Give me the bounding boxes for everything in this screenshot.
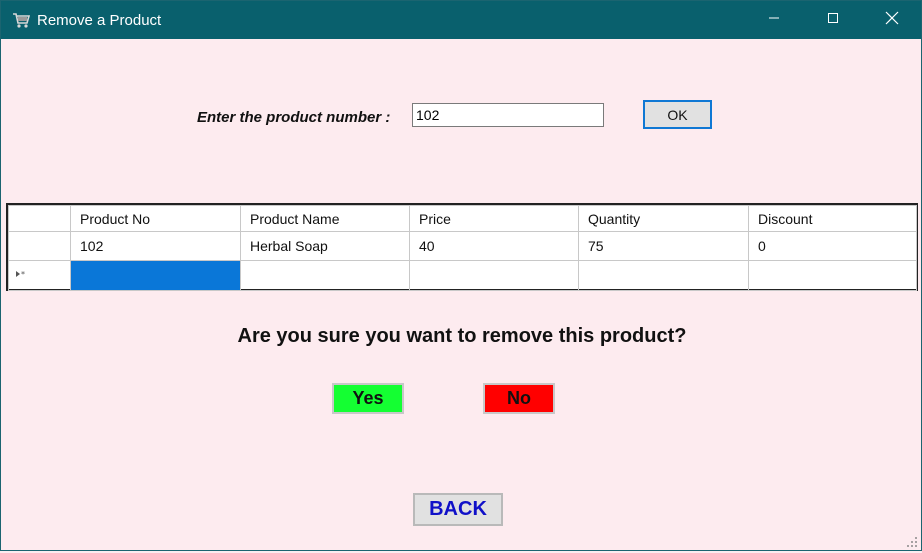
cart-icon: [11, 10, 31, 30]
new-row-cell-selected[interactable]: [70, 260, 241, 291]
column-header-discount[interactable]: Discount: [748, 205, 917, 232]
table-row[interactable]: 102 Herbal Soap 40 75 0: [8, 231, 917, 261]
column-header-product-name[interactable]: Product Name: [240, 205, 410, 232]
close-button[interactable]: [863, 1, 921, 39]
confirm-question: Are you sure you want to remove this pro…: [237, 325, 687, 347]
product-number-input[interactable]: [412, 103, 604, 127]
cell-quantity[interactable]: 75: [578, 231, 749, 261]
new-row-cell[interactable]: [240, 260, 410, 291]
minimize-button[interactable]: [745, 1, 803, 39]
product-grid[interactable]: Product No Product Name Price Quantity D…: [6, 203, 918, 291]
new-row[interactable]: *: [8, 260, 917, 291]
row-header-corner[interactable]: [8, 205, 71, 232]
yes-button[interactable]: Yes: [332, 383, 404, 414]
svg-text:*: *: [21, 270, 25, 278]
close-icon: [885, 11, 899, 30]
column-header-quantity[interactable]: Quantity: [578, 205, 749, 232]
new-row-cell[interactable]: [748, 260, 917, 291]
grid-header-row: Product No Product Name Price Quantity D…: [8, 205, 917, 232]
new-row-header[interactable]: *: [8, 260, 71, 291]
resize-grip-icon[interactable]: [906, 535, 918, 547]
column-header-price[interactable]: Price: [409, 205, 579, 232]
product-number-label: Enter the product number :: [197, 109, 391, 126]
row-header[interactable]: [8, 231, 71, 261]
remove-product-window: Remove a Product Enter the product numbe…: [0, 0, 922, 551]
new-row-cell[interactable]: [578, 260, 749, 291]
maximize-icon: [827, 11, 839, 29]
cell-price[interactable]: 40: [409, 231, 579, 261]
back-button[interactable]: BACK: [413, 493, 503, 526]
cell-product-name[interactable]: Herbal Soap: [240, 231, 410, 261]
column-header-product-no[interactable]: Product No: [70, 205, 241, 232]
minimize-icon: [768, 11, 780, 29]
ok-button[interactable]: OK: [643, 100, 712, 129]
maximize-button[interactable]: [804, 1, 862, 39]
cell-discount[interactable]: 0: [748, 231, 917, 261]
title-bar[interactable]: Remove a Product: [1, 1, 921, 39]
new-row-cell[interactable]: [409, 260, 579, 291]
new-row-marker-icon: *: [15, 270, 29, 281]
no-button[interactable]: No: [483, 383, 555, 414]
cell-product-no[interactable]: 102: [70, 231, 241, 261]
window-title: Remove a Product: [37, 12, 162, 29]
